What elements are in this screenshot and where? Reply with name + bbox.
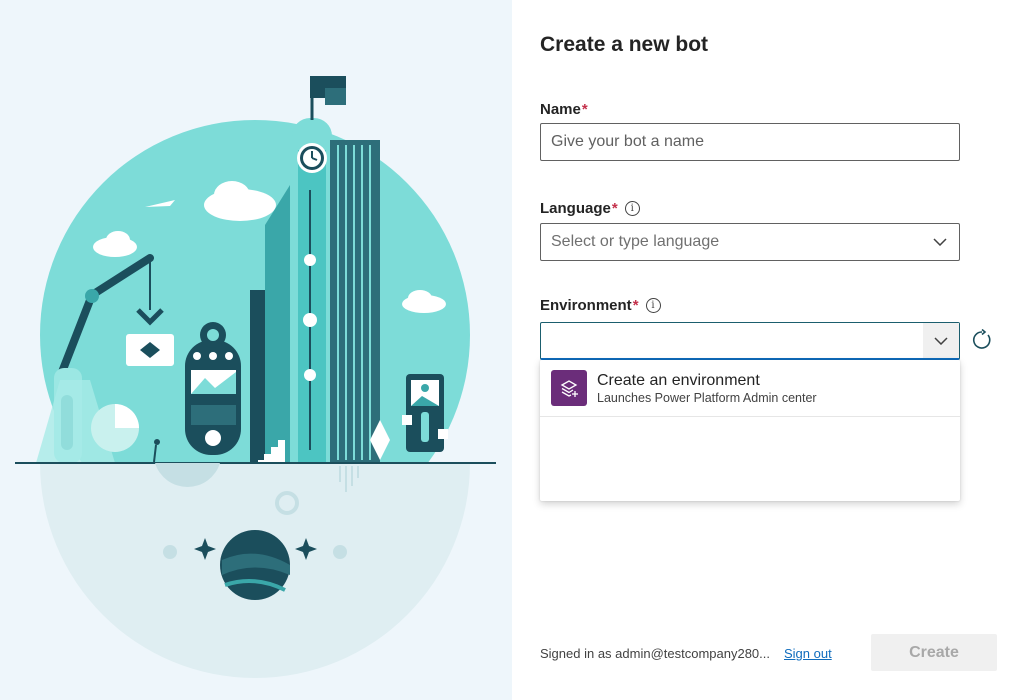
illustration-panel	[0, 0, 512, 700]
picture-building-icon	[402, 374, 448, 452]
environment-label: Environment * i	[540, 297, 661, 314]
environment-required-mark: *	[632, 297, 639, 314]
environment-chevron-down-icon[interactable]	[923, 323, 959, 358]
create-environment-option[interactable]: Create an environment Launches Power Pla…	[540, 360, 960, 417]
language-info-icon[interactable]: i	[624, 201, 640, 216]
language-label: Language * i	[540, 200, 640, 217]
language-label-text: Language	[540, 200, 611, 217]
environment-label-text: Environment	[540, 297, 632, 314]
environment-combobox[interactable]	[540, 322, 960, 360]
page-title: Create a new bot	[540, 33, 709, 56]
environment-info-icon[interactable]: i	[645, 298, 661, 313]
bot-name-input[interactable]	[540, 123, 960, 161]
signed-in-text: Signed in as admin@testcompany280...	[540, 646, 770, 661]
refresh-icon[interactable]	[970, 328, 994, 352]
language-input[interactable]	[541, 224, 921, 260]
create-button[interactable]: Create	[871, 634, 997, 671]
language-combobox[interactable]	[540, 223, 960, 261]
name-required-mark: *	[581, 101, 588, 118]
sign-out-link[interactable]: Sign out	[784, 646, 832, 661]
create-environment-title: Create an environment	[597, 371, 760, 389]
create-bot-form: Create a new bot Name* Language* i Envir…	[512, 0, 1024, 700]
name-label-text: Name	[540, 101, 581, 118]
language-required-mark: *	[611, 200, 618, 217]
create-environment-subtitle: Launches Power Platform Admin center	[597, 390, 817, 405]
city-illustration	[15, 76, 496, 678]
environment-input[interactable]	[541, 323, 921, 359]
environment-dropdown: Create an environment Launches Power Pla…	[540, 360, 960, 501]
language-chevron-down-icon[interactable]	[927, 230, 953, 254]
create-environment-text: Create an environment Launches Power Pla…	[597, 371, 817, 406]
layers-add-icon	[551, 370, 587, 406]
name-label: Name *	[540, 101, 588, 118]
